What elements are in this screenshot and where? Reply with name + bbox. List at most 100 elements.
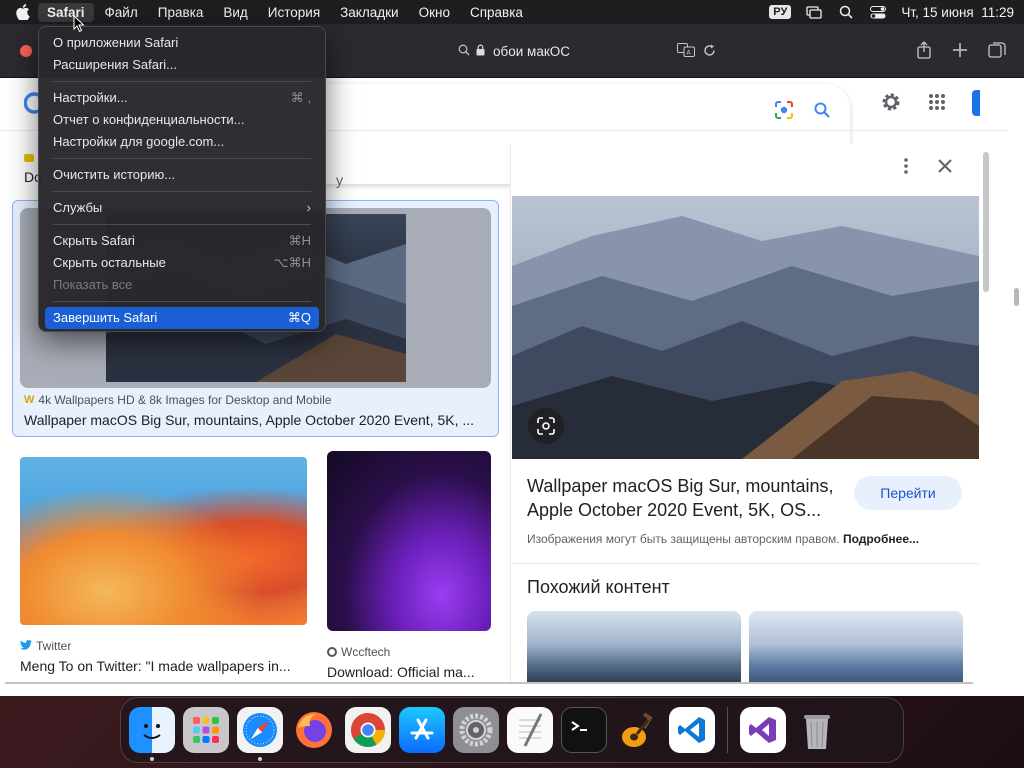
close-icon[interactable] — [938, 159, 952, 176]
learn-more-link[interactable]: Подробнее... — [843, 532, 919, 546]
result-title[interactable]: Wallpaper macOS Big Sur, mountains, Appl… — [24, 412, 474, 428]
search-icon[interactable] — [814, 102, 830, 121]
textedit-icon[interactable] — [507, 707, 553, 753]
panel-divider — [511, 563, 979, 564]
safari-icon[interactable] — [237, 707, 283, 761]
chevron-right-icon: › — [306, 200, 311, 215]
app-store-icon[interactable] — [399, 707, 445, 753]
horizontal-scrollbar[interactable] — [4, 682, 974, 684]
menu-item-hide-safari[interactable]: Скрыть Safari ⌘H — [45, 230, 319, 252]
result-source[interactable]: Wccftech — [327, 645, 491, 659]
similar-image-1[interactable] — [527, 611, 741, 684]
preview-image[interactable] — [512, 196, 979, 459]
result-title[interactable]: Download: Official ma... — [327, 664, 491, 680]
result-snippet-right: y — [336, 172, 343, 188]
menu-separator — [53, 81, 311, 82]
settings-gear-icon[interactable] — [880, 91, 902, 116]
wccftech-favicon-icon — [327, 647, 337, 657]
dock-separator — [727, 707, 728, 753]
tab-overview-icon[interactable] — [988, 41, 1006, 62]
result-title[interactable]: Meng To on Twitter: "I made wallpapers i… — [20, 658, 307, 674]
shortcut-label: ⌘Q — [287, 310, 311, 325]
orange-wallpaper-thumbnail[interactable] — [20, 457, 307, 625]
spotlight-search-icon[interactable] — [837, 5, 855, 19]
result-source[interactable]: W 4k Wallpapers HD & 8k Images for Deskt… — [24, 393, 331, 407]
firefox-icon[interactable] — [291, 707, 337, 753]
purple-wallpaper-thumbnail[interactable] — [327, 451, 491, 631]
menu-item-show-all: Показать все — [53, 277, 133, 292]
lock-icon — [476, 44, 485, 59]
share-icon[interactable] — [916, 41, 932, 62]
shortcut-label: ⌘ , — [290, 90, 311, 105]
menu-item-privacy-report[interactable]: Отчет о конфиденциальности... — [45, 109, 319, 131]
address-bar[interactable]: обои макОС A — [330, 37, 720, 65]
menu-item-quit-safari[interactable]: Завершить Safari ⌘Q — [45, 307, 319, 329]
preview-title[interactable]: Wallpaper macOS Big Sur, mountains, Appl… — [527, 474, 837, 522]
screen-mirroring-icon[interactable] — [805, 5, 823, 19]
menu-item-site-settings[interactable]: Настройки для google.com... — [45, 131, 319, 153]
safari-menu-dropdown: О приложении Safari Расширения Safari...… — [38, 26, 326, 332]
running-indicator — [150, 757, 154, 761]
panel-scrollbar[interactable] — [983, 152, 989, 292]
new-tab-icon[interactable] — [952, 42, 968, 61]
input-language-badge[interactable]: РУ — [769, 5, 792, 19]
menu-bookmarks[interactable]: Закладки — [331, 3, 407, 22]
menu-view[interactable]: Вид — [214, 3, 256, 22]
page-scrollbar[interactable] — [1014, 288, 1019, 306]
translate-icon[interactable]: A — [677, 43, 695, 60]
account-avatar[interactable] — [972, 90, 980, 116]
visual-search-button[interactable] — [528, 408, 564, 444]
menu-item-safari-extensions[interactable]: Расширения Safari... — [45, 54, 319, 76]
shortcut-label: ⌥⌘H — [273, 255, 311, 270]
menu-separator — [53, 301, 311, 302]
menu-history[interactable]: История — [259, 3, 329, 22]
finder-icon[interactable] — [129, 707, 175, 761]
similar-content-heading: Похожий контент — [527, 577, 670, 597]
vscode-icon[interactable] — [669, 707, 715, 753]
visual-studio-icon[interactable] — [740, 707, 786, 753]
menu-separator — [53, 224, 311, 225]
window-close-button[interactable] — [20, 45, 32, 57]
reload-icon[interactable] — [703, 44, 716, 60]
menu-window[interactable]: Окно — [410, 3, 459, 22]
menubar-clock[interactable]: Чт, 15 июня 11:29 — [901, 5, 1014, 20]
dock — [120, 697, 904, 763]
menu-help[interactable]: Справка — [461, 3, 532, 22]
google-lens-icon[interactable] — [774, 100, 794, 123]
menu-bar: Safari Файл Правка Вид История Закладки … — [0, 0, 1024, 24]
site-favicon-icon — [24, 154, 34, 162]
menu-item-clear-history[interactable]: Очистить историю... — [45, 164, 319, 186]
similar-image-2[interactable] — [749, 611, 963, 684]
apple-menu-icon[interactable] — [16, 4, 38, 20]
image-result-wccftech[interactable]: Wccftech Download: Official ma... — [327, 451, 491, 680]
launchpad-icon[interactable] — [183, 707, 229, 753]
shortcut-label: ⌘H — [288, 233, 311, 248]
menu-file[interactable]: Файл — [96, 3, 147, 22]
apps-grid-icon[interactable] — [928, 93, 946, 114]
control-center-icon[interactable] — [869, 5, 887, 19]
trash-icon[interactable] — [794, 707, 840, 753]
menu-edit[interactable]: Правка — [149, 3, 213, 22]
menu-item-about-safari[interactable]: О приложении Safari — [45, 32, 319, 54]
menu-separator — [53, 191, 311, 192]
garageband-icon[interactable] — [615, 707, 661, 753]
system-settings-icon[interactable] — [453, 707, 499, 753]
menu-item-services[interactable]: Службы › — [45, 197, 319, 219]
result-source[interactable]: Twitter — [20, 639, 307, 653]
menu-separator — [53, 158, 311, 159]
search-icon — [458, 44, 470, 59]
copyright-notice: Изображения могут быть защищены авторски… — [527, 532, 920, 546]
chrome-icon[interactable] — [345, 707, 391, 753]
4kwallpapers-favicon-icon: W — [24, 394, 35, 406]
more-options-icon[interactable] — [904, 158, 908, 177]
image-result-twitter[interactable]: Twitter Meng To on Twitter: "I made wall… — [20, 457, 307, 674]
menu-item-settings[interactable]: Настройки... ⌘ , — [45, 87, 319, 109]
running-indicator — [258, 757, 262, 761]
visit-button[interactable]: Перейти — [854, 476, 962, 510]
address-text: обои макОС — [493, 44, 570, 59]
menu-item-hide-others[interactable]: Скрыть остальные ⌥⌘H — [45, 252, 319, 274]
terminal-icon[interactable] — [561, 707, 607, 753]
twitter-bird-icon — [20, 639, 32, 653]
mouse-cursor-icon — [73, 14, 85, 36]
menu-safari[interactable]: Safari — [38, 2, 94, 22]
